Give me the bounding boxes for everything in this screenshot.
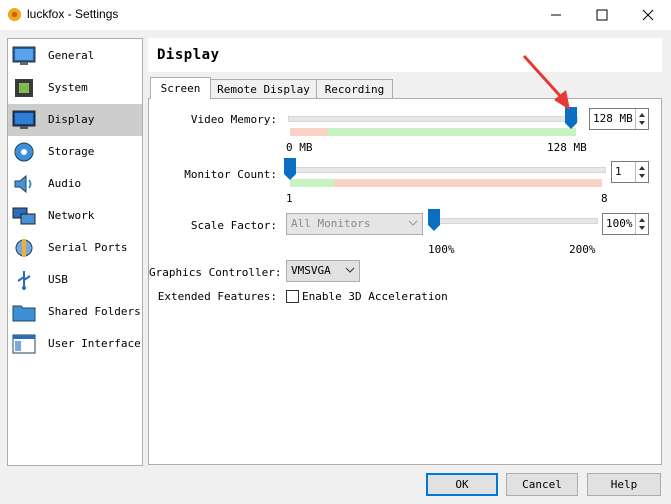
video-memory-green-range (328, 128, 576, 136)
enable-3d-acceleration-label[interactable]: Enable 3D Acceleration (302, 290, 448, 303)
tab-recording[interactable]: Recording (316, 79, 393, 99)
sidebar-item-network[interactable]: Network (8, 200, 142, 232)
folder-icon (12, 305, 36, 322)
spin-up-down-icon (639, 113, 645, 125)
close-button[interactable] (625, 0, 671, 30)
sidebar-item-storage[interactable]: Storage (8, 136, 142, 168)
monitor-count-red-range (334, 179, 602, 187)
sidebar-item-shared-folders[interactable]: Shared Folders (8, 296, 142, 328)
tab-remote-display[interactable]: Remote Display (210, 79, 317, 99)
graphics-controller-label: Graphics Controller: (149, 266, 282, 279)
minimize-icon (551, 14, 561, 16)
annotation-arrow-icon (522, 54, 570, 110)
network-icon (12, 207, 36, 225)
sidebar-item-display[interactable]: Display (8, 104, 142, 136)
storage-disc-icon (14, 142, 34, 162)
ok-button[interactable]: OK (426, 473, 498, 496)
window-title: luckfox - Settings (27, 7, 119, 21)
scale-factor-spinbox[interactable]: 100% (602, 213, 649, 235)
scale-factor-slider[interactable] (430, 218, 598, 224)
maximize-icon (596, 9, 608, 21)
scale-factor-min-label: 100% (428, 243, 455, 256)
video-memory-max-label: 128 MB (547, 141, 587, 154)
video-memory-slider[interactable] (288, 116, 578, 122)
general-monitor-icon (12, 46, 36, 65)
help-button[interactable]: Help (587, 473, 661, 496)
video-memory-min-label: 0 MB (286, 141, 313, 154)
settings-sidebar: General System Display Storage Audio Net… (7, 38, 143, 466)
sidebar-item-usb[interactable]: USB (8, 264, 142, 296)
minimize-button[interactable] (533, 0, 579, 30)
video-memory-label: Video Memory: (190, 113, 277, 126)
display-settings-pane: Display Screen Remote Display Recording … (148, 38, 662, 465)
usb-icon (17, 271, 31, 290)
monitor-count-max-label: 8 (601, 192, 608, 205)
video-memory-red-range (290, 128, 328, 136)
monitor-count-label: Monitor Count: (184, 168, 277, 181)
monitor-count-spinbox[interactable]: 1 (611, 161, 649, 183)
sidebar-item-user-interface[interactable]: User Interface (8, 328, 142, 360)
monitor-count-min-label: 1 (286, 192, 293, 205)
cancel-button[interactable]: Cancel (506, 473, 578, 496)
system-chip-icon (15, 79, 33, 97)
monitor-count-slider-thumb[interactable] (284, 158, 296, 180)
page-header: Display (148, 38, 662, 72)
app-icon (7, 7, 22, 22)
spin-arrows[interactable] (635, 214, 648, 234)
spin-arrows[interactable] (635, 162, 648, 182)
scale-monitor-select[interactable]: All Monitors (286, 213, 423, 235)
scale-factor-label: Scale Factor: (190, 219, 277, 232)
screen-tab-panel: Video Memory: 128 MB 0 MB 128 MB Monitor… (148, 98, 662, 465)
sidebar-item-system[interactable]: System (8, 72, 142, 104)
close-icon (642, 9, 654, 21)
video-memory-spinbox[interactable]: 128 MB (589, 108, 649, 130)
sidebar-item-audio[interactable]: Audio (8, 168, 142, 200)
serial-port-icon (15, 239, 33, 257)
chevron-down-icon (345, 267, 355, 273)
spin-arrows[interactable] (635, 109, 648, 129)
sidebar-item-general[interactable]: General (8, 40, 142, 72)
maximize-button[interactable] (579, 0, 625, 30)
audio-speaker-icon (14, 174, 32, 194)
scale-factor-slider-thumb[interactable] (428, 209, 440, 231)
page-title: Display (157, 47, 220, 63)
display-monitor-icon (12, 110, 36, 129)
spin-up-down-icon (639, 166, 645, 178)
sidebar-item-serial-ports[interactable]: Serial Ports (8, 232, 142, 264)
monitor-count-slider[interactable] (288, 167, 606, 173)
monitor-count-green-range (290, 179, 334, 187)
spin-up-down-icon (639, 218, 645, 230)
scale-factor-max-label: 200% (569, 243, 596, 256)
extended-features-label: Extended Features: (157, 290, 277, 303)
graphics-controller-select[interactable]: VMSVGA (286, 260, 360, 282)
tab-screen[interactable]: Screen (150, 77, 211, 99)
user-interface-icon (12, 334, 36, 354)
chevron-down-icon (408, 220, 418, 226)
enable-3d-acceleration-checkbox[interactable] (286, 290, 299, 303)
title-bar: luckfox - Settings (0, 0, 671, 30)
